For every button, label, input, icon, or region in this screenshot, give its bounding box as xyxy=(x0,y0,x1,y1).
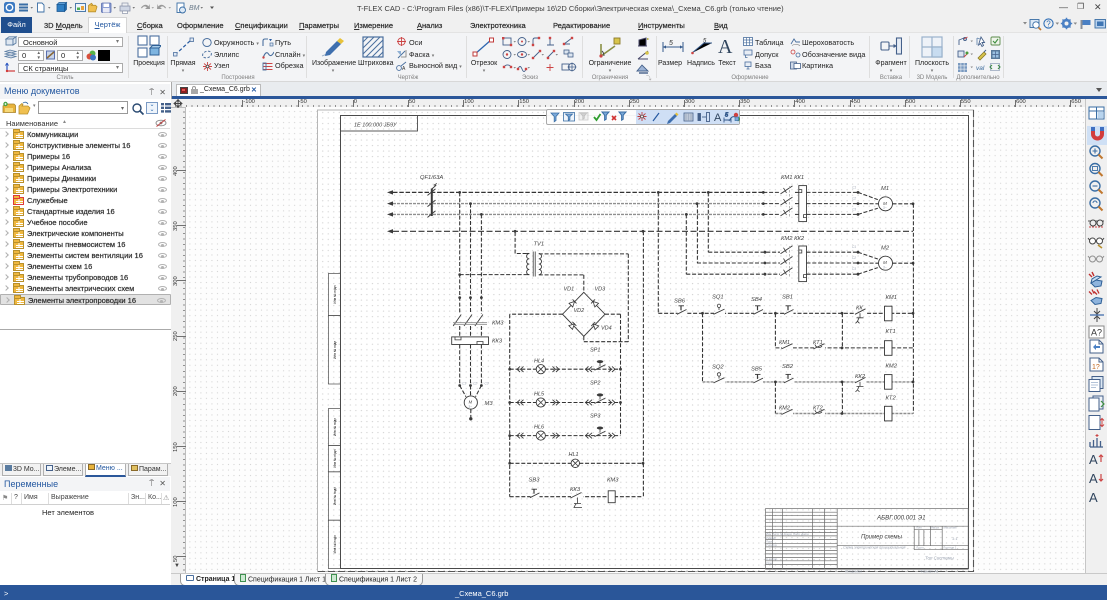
svg-text:A: A xyxy=(1089,452,1098,467)
svg-text:КТ1: КТ1 xyxy=(886,329,896,335)
svg-text:С2: С2 xyxy=(473,381,477,385)
svg-text:SВ2: SВ2 xyxy=(782,364,794,370)
svg-text:М3: М3 xyxy=(485,401,494,407)
svg-text:М: М xyxy=(469,400,473,405)
svg-text:С2: С2 xyxy=(852,256,856,260)
svg-text:С2: С2 xyxy=(852,197,856,201)
svg-text:Лит: Лит xyxy=(915,525,922,529)
svg-text:КК: КК xyxy=(856,305,863,311)
svg-text:КК3: КК3 xyxy=(492,339,503,345)
svg-text:Инв № подл: Инв № подл xyxy=(333,418,337,436)
svg-text:М2: М2 xyxy=(881,246,890,252)
svg-text:SВ3: SВ3 xyxy=(529,478,541,484)
svg-text:SР1: SР1 xyxy=(590,347,600,353)
svg-text:SQ1: SQ1 xyxy=(712,294,724,300)
svg-text:VD1: VD1 xyxy=(564,287,575,293)
svg-text:Схема электрическая принципиал: Схема электрическая принципиальная xyxy=(843,546,906,550)
svg-text:КМ1: КМ1 xyxy=(779,340,790,346)
svg-text:Инв № подл: Инв № подл xyxy=(333,341,337,359)
svg-text:Инв № подл: Инв № подл xyxy=(333,285,337,303)
svg-text:Инв № подл: Инв № подл xyxy=(333,487,337,505)
svg-text:VD2: VD2 xyxy=(574,308,585,314)
svg-text:VD4: VD4 xyxy=(601,326,612,332)
svg-text:5: 5 xyxy=(725,112,729,118)
svg-text:С1: С1 xyxy=(462,381,466,385)
svg-text:3~: 3~ xyxy=(468,405,472,409)
svg-text:КТ1: КТ1 xyxy=(813,340,823,346)
svg-text:HL1: HL1 xyxy=(569,452,579,458)
svg-text:КТ2: КТ2 xyxy=(886,396,897,402)
svg-text:HL6: HL6 xyxy=(534,425,545,431)
svg-text:A?: A? xyxy=(1091,327,1102,337)
svg-text:A: A xyxy=(714,112,722,124)
svg-text:Лист: Лист xyxy=(915,546,924,550)
svg-text:HL4: HL4 xyxy=(534,358,544,364)
svg-text:КМ2 КК2: КМ2 КК2 xyxy=(781,236,805,242)
svg-text:SВ6: SВ6 xyxy=(674,299,686,305)
svg-text:1:1: 1:1 xyxy=(952,536,958,541)
svg-text:Инв № подл: Инв № подл xyxy=(333,535,337,553)
svg-text:С3: С3 xyxy=(852,267,856,271)
svg-text:С1: С1 xyxy=(852,245,856,249)
svg-text:BM: BM xyxy=(189,5,200,12)
svg-text:SР3: SР3 xyxy=(590,414,601,420)
svg-text:М: М xyxy=(883,201,887,206)
svg-text:5: 5 xyxy=(669,40,673,47)
svg-text:Листов 1: Листов 1 xyxy=(942,546,957,550)
svg-text:1?: 1? xyxy=(1092,364,1100,371)
svg-text:ТV1: ТV1 xyxy=(534,242,545,248)
svg-text:КМ1 КК1: КМ1 КК1 xyxy=(781,175,804,181)
svg-text:КМ2: КМ2 xyxy=(779,405,790,411)
svg-text:SQ2: SQ2 xyxy=(712,365,724,371)
svg-text:SВ5: SВ5 xyxy=(751,366,763,372)
svg-text:Инв № подл: Инв № подл xyxy=(333,449,337,467)
svg-text:A: A xyxy=(1089,471,1098,486)
svg-text:А: А xyxy=(402,66,406,71)
svg-text:КМ3: КМ3 xyxy=(607,478,619,484)
svg-text:A: A xyxy=(1089,490,1098,505)
svg-text:КМ1: КМ1 xyxy=(886,295,897,301)
svg-text:SР2: SР2 xyxy=(590,381,600,387)
svg-text:Масса: Масса xyxy=(931,525,940,529)
svg-text:КК3: КК3 xyxy=(570,487,581,493)
svg-text:Масштаб: Масштаб xyxy=(944,525,957,529)
svg-text:val: val xyxy=(976,65,985,72)
svg-text:SВ1: SВ1 xyxy=(782,294,793,300)
svg-text:?: ? xyxy=(1046,19,1051,28)
svg-text:С3: С3 xyxy=(485,381,489,385)
svg-text:3~: 3~ xyxy=(883,206,887,210)
svg-text:VD3: VD3 xyxy=(595,287,607,293)
svg-text:КТ2: КТ2 xyxy=(813,405,823,411)
svg-text:Т.контр.: Т.контр. xyxy=(766,543,778,547)
svg-text:Пример схемы: Пример схемы xyxy=(861,535,903,541)
svg-text:3~: 3~ xyxy=(883,266,887,270)
svg-text:КМ3: КМ3 xyxy=(492,321,504,327)
svg-text:SВ4: SВ4 xyxy=(751,297,762,303)
svg-text:М1: М1 xyxy=(881,186,889,192)
svg-text:С1: С1 xyxy=(852,185,856,189)
svg-text:Утв.: Утв. xyxy=(766,561,773,565)
svg-text:КМ2: КМ2 xyxy=(886,363,898,369)
svg-text:1Е 100.000 ЈБ9У: 1Е 100.000 ЈБ9У xyxy=(354,123,397,129)
svg-text:С3: С3 xyxy=(852,207,856,211)
svg-text:М: М xyxy=(883,260,887,265)
svg-text:Топ Системы: Топ Системы xyxy=(925,556,954,561)
svg-text:АБВГ.000.001 Э1: АБВГ.000.001 Э1 xyxy=(876,515,926,522)
svg-text:QF1/63А: QF1/63А xyxy=(420,175,443,181)
svg-text:КК2: КК2 xyxy=(855,374,866,380)
svg-text:HL5: HL5 xyxy=(534,392,545,398)
